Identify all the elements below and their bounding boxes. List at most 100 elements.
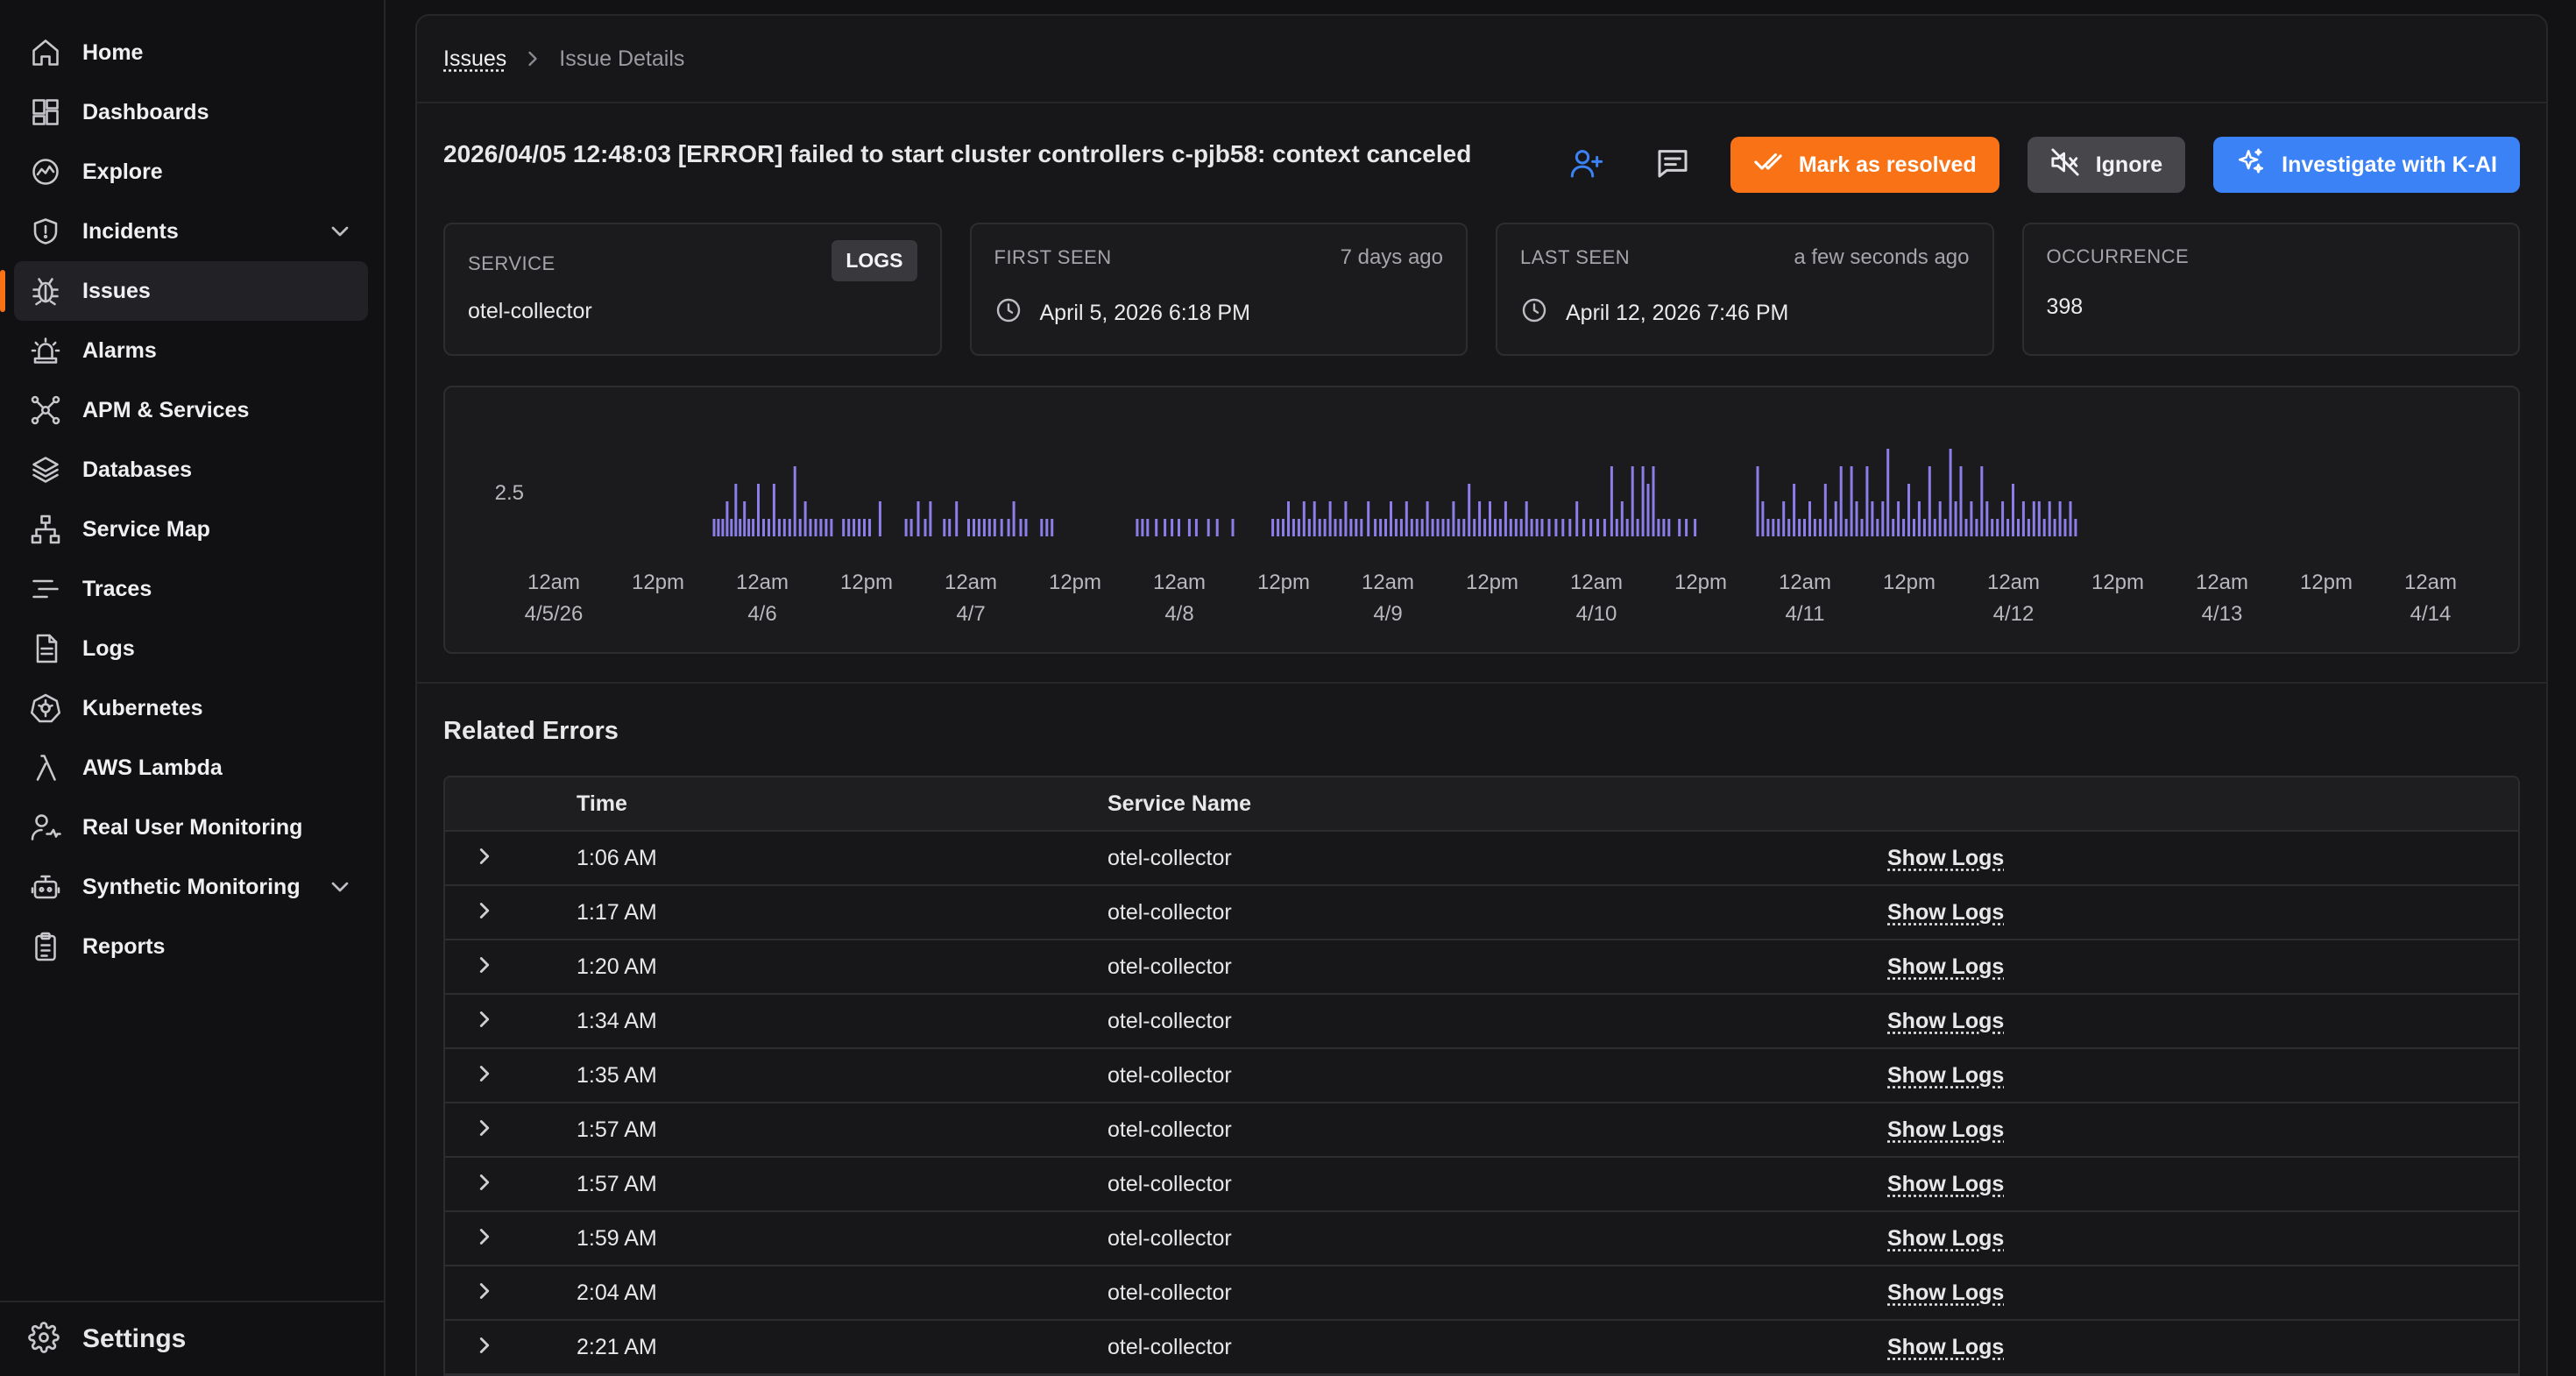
chart-bar[interactable] [1494, 519, 1497, 536]
chart-bar[interactable] [1355, 519, 1358, 536]
chart-bar[interactable] [1913, 519, 1915, 536]
chart-bar[interactable] [1171, 519, 1174, 536]
chart-bar[interactable] [1949, 449, 1952, 536]
chart-bar[interactable] [1886, 449, 1890, 536]
show-logs-link[interactable]: Show Logs [1887, 1172, 2004, 1196]
sidebar-item-apm-and-services[interactable]: APM & Services [14, 380, 368, 440]
table-row[interactable]: 1:34 AM otel-collector Show Logs [445, 995, 2518, 1049]
chart-bar[interactable] [1850, 466, 1853, 536]
chart-bar[interactable] [1504, 501, 1507, 536]
comment-button[interactable] [1645, 137, 1701, 193]
chart-bar[interactable] [2012, 484, 2014, 536]
chart-bar[interactable] [909, 519, 913, 536]
chart-bar[interactable] [1547, 519, 1551, 536]
sidebar-item-synthetic-monitoring[interactable]: Synthetic Monitoring [14, 857, 368, 917]
chart-bar[interactable] [1959, 466, 1963, 536]
show-logs-link[interactable]: Show Logs [1887, 1226, 2004, 1251]
chart-bar[interactable] [1793, 484, 1796, 536]
chart-bar[interactable] [1970, 501, 1973, 536]
expand-row-button[interactable] [445, 1224, 577, 1254]
chart-bar[interactable] [1019, 519, 1023, 536]
chart-bar[interactable] [847, 519, 851, 536]
show-logs-link[interactable]: Show Logs [1887, 1117, 2004, 1142]
sidebar-item-incidents[interactable]: Incidents [14, 202, 368, 261]
chart-bar[interactable] [1328, 501, 1332, 536]
chart-bar[interactable] [739, 519, 742, 536]
chart-bar[interactable] [1318, 519, 1321, 536]
chart-bar[interactable] [1766, 519, 1770, 536]
chart-bar[interactable] [1818, 519, 1822, 536]
chart-bar[interactable] [1040, 519, 1044, 536]
chart-bar[interactable] [1865, 466, 1869, 536]
chart-bar[interactable] [853, 519, 856, 536]
chart-bar[interactable] [1777, 519, 1780, 536]
sidebar-item-real-user-monitoring[interactable]: Real User Monitoring [14, 798, 368, 857]
chart-bar[interactable] [1519, 519, 1523, 536]
chart-bar[interactable] [1787, 519, 1791, 536]
chart-bar[interactable] [977, 519, 980, 536]
chart-bar[interactable] [1662, 519, 1666, 536]
chart-bar[interactable] [2032, 501, 2035, 536]
chart-bar[interactable] [1943, 519, 1947, 536]
expand-row-button[interactable] [445, 1115, 577, 1145]
chart-bar[interactable] [725, 501, 729, 536]
chart-bar[interactable] [1187, 519, 1191, 536]
chart-bar[interactable] [916, 501, 920, 536]
chart-bar[interactable] [1917, 501, 1921, 536]
chart-bar[interactable] [757, 484, 760, 536]
chart-bar[interactable] [1282, 519, 1284, 536]
mark-resolved-button[interactable]: Mark as resolved [1730, 137, 1999, 193]
chart-bar[interactable] [1530, 519, 1533, 536]
chart-bar[interactable] [1610, 466, 1613, 536]
chart-bar[interactable] [1271, 519, 1275, 536]
chart-bar[interactable] [858, 519, 861, 536]
chart-bar[interactable] [1399, 519, 1403, 536]
chart-bar[interactable] [782, 519, 786, 536]
chart-bar[interactable] [1685, 519, 1688, 536]
chart-bar[interactable] [904, 519, 908, 536]
chart-bar[interactable] [1678, 519, 1681, 536]
assign-user-button[interactable] [1559, 137, 1615, 193]
chart-bar[interactable] [1334, 519, 1337, 536]
sidebar-item-logs[interactable]: Logs [14, 619, 368, 678]
chart-bar[interactable] [712, 519, 716, 536]
chart-bar[interactable] [734, 484, 738, 536]
chart-bar[interactable] [1839, 466, 1843, 536]
expand-row-button[interactable] [445, 1006, 577, 1037]
table-row[interactable]: 1:59 AM otel-collector Show Logs [445, 1212, 2518, 1266]
chart-bar[interactable] [1277, 519, 1280, 536]
chart-bar[interactable] [1384, 519, 1387, 536]
chart-bar[interactable] [1426, 501, 1429, 536]
chart-bar[interactable] [803, 501, 807, 536]
chart-bar[interactable] [1554, 519, 1558, 536]
chart-bar[interactable] [1468, 484, 1471, 536]
ignore-button[interactable]: Ignore [2027, 137, 2186, 193]
show-logs-link[interactable]: Show Logs [1887, 900, 2004, 925]
chart-bar[interactable] [2069, 501, 2072, 536]
chart-bar[interactable] [1436, 519, 1440, 536]
chart-bar[interactable] [1146, 519, 1150, 536]
chart-bar[interactable] [1803, 519, 1806, 536]
chart-bar[interactable] [967, 519, 970, 536]
chart-bar[interactable] [1164, 519, 1167, 536]
chart-bar[interactable] [1431, 519, 1434, 536]
chart-bar[interactable] [1514, 519, 1518, 536]
chart-bar[interactable] [1615, 519, 1618, 536]
chart-bar[interactable] [2006, 519, 2010, 536]
chart-bar[interactable] [1964, 519, 1968, 536]
chart-bar[interactable] [1892, 519, 1895, 536]
table-row[interactable]: 2:04 AM otel-collector Show Logs [445, 1266, 2518, 1321]
expand-row-button[interactable] [445, 1332, 577, 1363]
chart-bar[interactable] [1881, 501, 1885, 536]
chart-bar[interactable] [1045, 519, 1049, 536]
chart-bar[interactable] [1483, 519, 1487, 536]
chart-bar[interactable] [1000, 519, 1003, 536]
chart-bar[interactable] [830, 519, 833, 536]
sidebar-item-dashboards[interactable]: Dashboards [14, 82, 368, 142]
chart-bar[interactable] [1933, 519, 1936, 536]
chart-bar[interactable] [772, 484, 775, 536]
chart-bar[interactable] [1798, 519, 1801, 536]
expand-row-button[interactable] [445, 1169, 577, 1200]
chart-bar[interactable] [1540, 519, 1544, 536]
chart-bar[interactable] [1860, 519, 1864, 536]
